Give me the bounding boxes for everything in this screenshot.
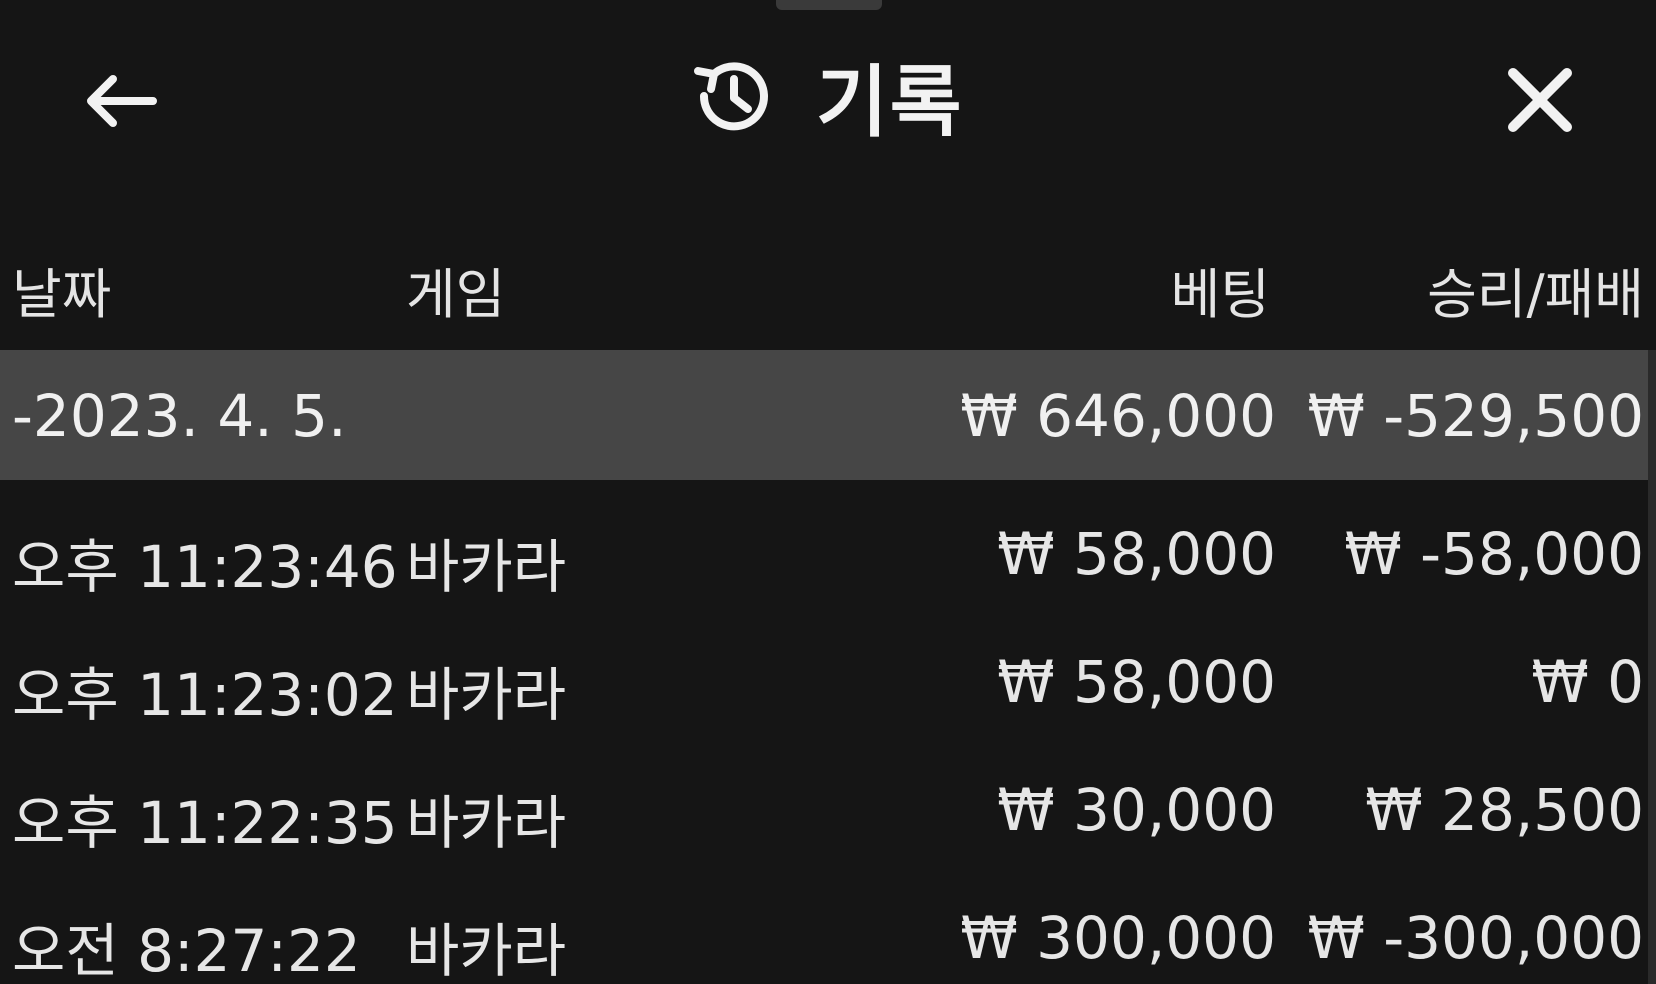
history-screen: 기록 날짜 게임 베팅 승리/패배 -2023. 4. 5. ₩ 646,000…: [0, 0, 1656, 984]
row-win-loss: ₩ -58,000: [1344, 520, 1644, 588]
row-time: 오후 11:22:35: [12, 789, 398, 857]
column-header-game: 게임: [406, 263, 506, 326]
table-header: 날짜 게임 베팅 승리/패배: [0, 240, 1656, 326]
date-group-row[interactable]: -2023. 4. 5. ₩ 646,000 ₩ -529,500: [0, 350, 1656, 480]
row-game: 바카라: [406, 789, 567, 857]
row-win-loss: ₩ 28,500: [1365, 776, 1644, 844]
table-row[interactable]: 오후 11:23:46 바카라 ₩ 58,000 ₩ -58,000: [0, 490, 1656, 618]
table-row[interactable]: 오전 8:27:22 바카라 ₩ 300,000 ₩ -300,000: [0, 874, 1656, 984]
column-header-bet: 베팅: [1170, 263, 1270, 326]
row-time: 오후 11:23:46: [12, 533, 398, 601]
date-group-label: -2023. 4. 5.: [12, 382, 347, 450]
row-game: 바카라: [406, 533, 567, 601]
date-group-bet-total: ₩ 646,000: [960, 382, 1276, 450]
date-group-win-loss-total: ₩ -529,500: [1307, 382, 1644, 450]
table-row[interactable]: 오후 11:23:02 바카라 ₩ 58,000 ₩ 0: [0, 618, 1656, 746]
row-time: 오후 11:23:02: [12, 661, 398, 729]
history-icon: [694, 62, 768, 131]
back-button[interactable]: [70, 56, 170, 146]
close-button[interactable]: [1490, 50, 1590, 150]
arrow-left-icon: [87, 75, 157, 127]
title-group: 기록: [690, 46, 964, 148]
page-title: 기록: [816, 58, 964, 148]
row-bet: ₩ 58,000: [997, 648, 1276, 716]
column-header-date: 날짜: [12, 263, 112, 326]
row-win-loss: ₩ 0: [1531, 648, 1644, 716]
scrollbar[interactable]: [1648, 350, 1656, 984]
row-bet: ₩ 58,000: [997, 520, 1276, 588]
row-bet: ₩ 300,000: [960, 904, 1276, 972]
row-time: 오전 8:27:22: [12, 917, 361, 984]
row-game: 바카라: [406, 917, 567, 984]
column-header-win-loss: 승리/패배: [1427, 263, 1644, 326]
header: 기록: [0, 0, 1656, 190]
row-win-loss: ₩ -300,000: [1307, 904, 1644, 972]
table-row[interactable]: 오후 11:22:35 바카라 ₩ 30,000 ₩ 28,500: [0, 746, 1656, 874]
row-bet: ₩ 30,000: [997, 776, 1276, 844]
row-game: 바카라: [406, 661, 567, 729]
close-icon: [1508, 68, 1572, 132]
